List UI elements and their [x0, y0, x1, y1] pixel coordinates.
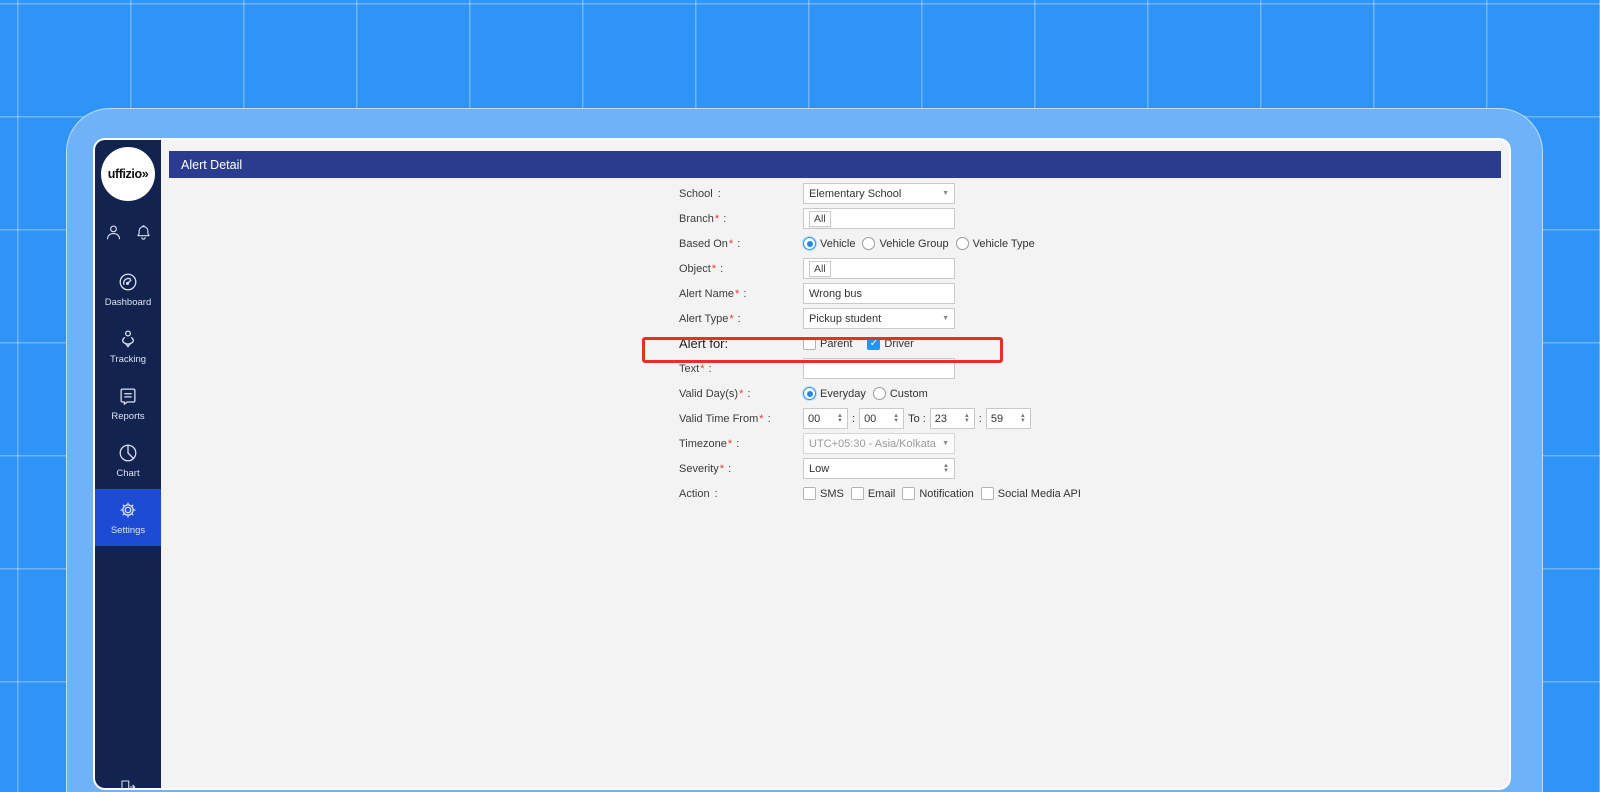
radio-custom[interactable]	[872, 387, 886, 400]
user-icon[interactable]	[104, 223, 123, 242]
alert-detail-form: School : Elementary School ▼ Branch* : A…	[161, 178, 1509, 506]
severity-select[interactable]: Low ▲ ▼	[803, 458, 955, 479]
alert-name-label: Alert Name	[679, 287, 735, 300]
branch-multiselect[interactable]: All	[803, 208, 955, 229]
radio-vehicle[interactable]	[803, 237, 816, 250]
object-chip[interactable]: All	[809, 260, 831, 277]
checkbox-notification[interactable]: ✓	[902, 487, 916, 500]
chart-icon	[117, 442, 139, 464]
text-input[interactable]	[803, 358, 955, 379]
object-label: Object	[679, 262, 711, 275]
to-hour-spinner[interactable]: 23 ▲ ▼	[929, 408, 975, 429]
school-select[interactable]: Elementary School ▼	[803, 183, 955, 204]
radio-everyday[interactable]	[803, 387, 816, 400]
sidebar-item-label: Dashboard	[104, 297, 152, 308]
form-row-valid-days: Valid Day(s)* : Everyday Custom	[679, 387, 928, 400]
spinner-arrows-icon[interactable]: ▲ ▼	[964, 413, 970, 423]
bell-icon[interactable]	[134, 223, 153, 242]
from-hour-spinner[interactable]: 00 ▲ ▼	[803, 408, 848, 429]
school-label: School	[679, 187, 713, 200]
form-row-action: Action : ✓SMS ✓Email ✓Notification ✓Soci…	[679, 487, 1081, 500]
spinner-arrows-icon[interactable]: ▲ ▼	[837, 413, 843, 423]
radio-vehicle-group[interactable]	[862, 237, 876, 250]
checkbox-social-media-api[interactable]: ✓	[980, 487, 994, 500]
sidebar: uffizio» Dashboard Tracking Reports Char…	[95, 140, 161, 788]
page-title-bar: Alert Detail	[169, 151, 1501, 178]
sidebar-item-settings[interactable]: Settings	[95, 489, 161, 546]
settings-icon	[117, 499, 139, 521]
logo-text: uffizio»	[107, 167, 149, 181]
severity-label: Severity	[679, 462, 719, 475]
form-row-severity: Severity* : Low ▲ ▼	[679, 456, 1509, 481]
checkbox-driver[interactable]: ✓	[867, 337, 881, 350]
chevron-down-icon: ▼	[942, 190, 949, 197]
branch-label: Branch	[679, 212, 714, 225]
checkbox-sms[interactable]: ✓	[803, 487, 816, 500]
checkbox-email[interactable]: ✓	[850, 487, 864, 500]
spinner-arrows-icon[interactable]: ▲ ▼	[1020, 413, 1026, 423]
sidebar-item-chart[interactable]: Chart	[95, 432, 161, 489]
based-on-label: Based On	[679, 237, 728, 250]
form-row-object: Object* : All	[679, 256, 1509, 281]
to-label: To :	[908, 412, 926, 425]
radio-vehicle-type[interactable]	[955, 237, 969, 250]
spinner-arrows-icon: ▲ ▼	[943, 463, 949, 474]
valid-time-label: Valid Time From	[679, 412, 759, 425]
dashboard-icon	[117, 271, 139, 293]
timezone-label: Timezone	[679, 437, 727, 450]
object-multiselect[interactable]: All	[803, 258, 955, 279]
sidebar-item-tracking[interactable]: Tracking	[95, 318, 161, 375]
form-row-based-on: Based On* : Vehicle Vehicle Group Vehicl…	[679, 237, 1035, 250]
sidebar-item-reports[interactable]: Reports	[95, 375, 161, 432]
form-row-timezone: Timezone* : UTC+05:30 - Asia/Kolkata ▼	[679, 431, 1509, 456]
main-content: Alert Detail School : Elementary School …	[161, 140, 1509, 788]
form-row-valid-time: Valid Time From* : 00 ▲ ▼ : 00 ▲ ▼ To : 23 ▲ ▼…	[679, 406, 1509, 431]
valid-days-label: Valid Day(s)	[679, 387, 739, 400]
chevron-down-icon: ▼	[942, 440, 949, 447]
sidebar-item-label: Tracking	[109, 354, 147, 365]
page-title: Alert Detail	[181, 157, 243, 172]
timezone-select[interactable]: UTC+05:30 - Asia/Kolkata ▼	[803, 433, 955, 454]
chevron-down-icon: ▼	[942, 315, 949, 322]
logout-icon[interactable]	[119, 778, 137, 788]
form-row-text: Text* :	[679, 356, 1509, 381]
form-row-branch: Branch* : All	[679, 206, 1509, 231]
form-row-school: School : Elementary School ▼	[679, 181, 1509, 206]
checkbox-parent[interactable]: ✓	[803, 337, 816, 350]
reports-icon	[117, 385, 139, 407]
sidebar-item-label: Reports	[111, 411, 145, 422]
uffizio-logo[interactable]: uffizio»	[101, 147, 155, 201]
alert-type-select[interactable]: Pickup student ▼	[803, 308, 955, 329]
alert-name-input[interactable]	[803, 283, 955, 304]
alert-type-label: Alert Type	[679, 312, 729, 325]
form-row-alert-type: Alert Type* : Pickup student ▼	[679, 306, 1509, 331]
sidebar-nav: Dashboard Tracking Reports Chart Setting…	[95, 261, 161, 546]
form-row-alert-for: Alert for: ✓Parent ✓Driver	[642, 331, 1509, 363]
action-label: Action	[679, 487, 710, 500]
alert-for-label: Alert for:	[679, 336, 729, 351]
branch-chip[interactable]: All	[809, 210, 831, 227]
spinner-arrows-icon[interactable]: ▲ ▼	[893, 413, 899, 423]
form-row-alert-name: Alert Name* :	[679, 281, 1509, 306]
tracking-icon	[117, 328, 139, 350]
from-minute-spinner[interactable]: 00 ▲ ▼	[859, 408, 905, 429]
sidebar-item-label: Chart	[116, 468, 140, 479]
sidebar-item-label: Settings	[110, 525, 146, 536]
text-label: Text	[679, 362, 700, 375]
sidebar-item-dashboard[interactable]: Dashboard	[95, 261, 161, 318]
app-window: uffizio» Dashboard Tracking Reports Char…	[93, 138, 1511, 790]
to-minute-spinner[interactable]: 59 ▲ ▼	[985, 408, 1031, 429]
